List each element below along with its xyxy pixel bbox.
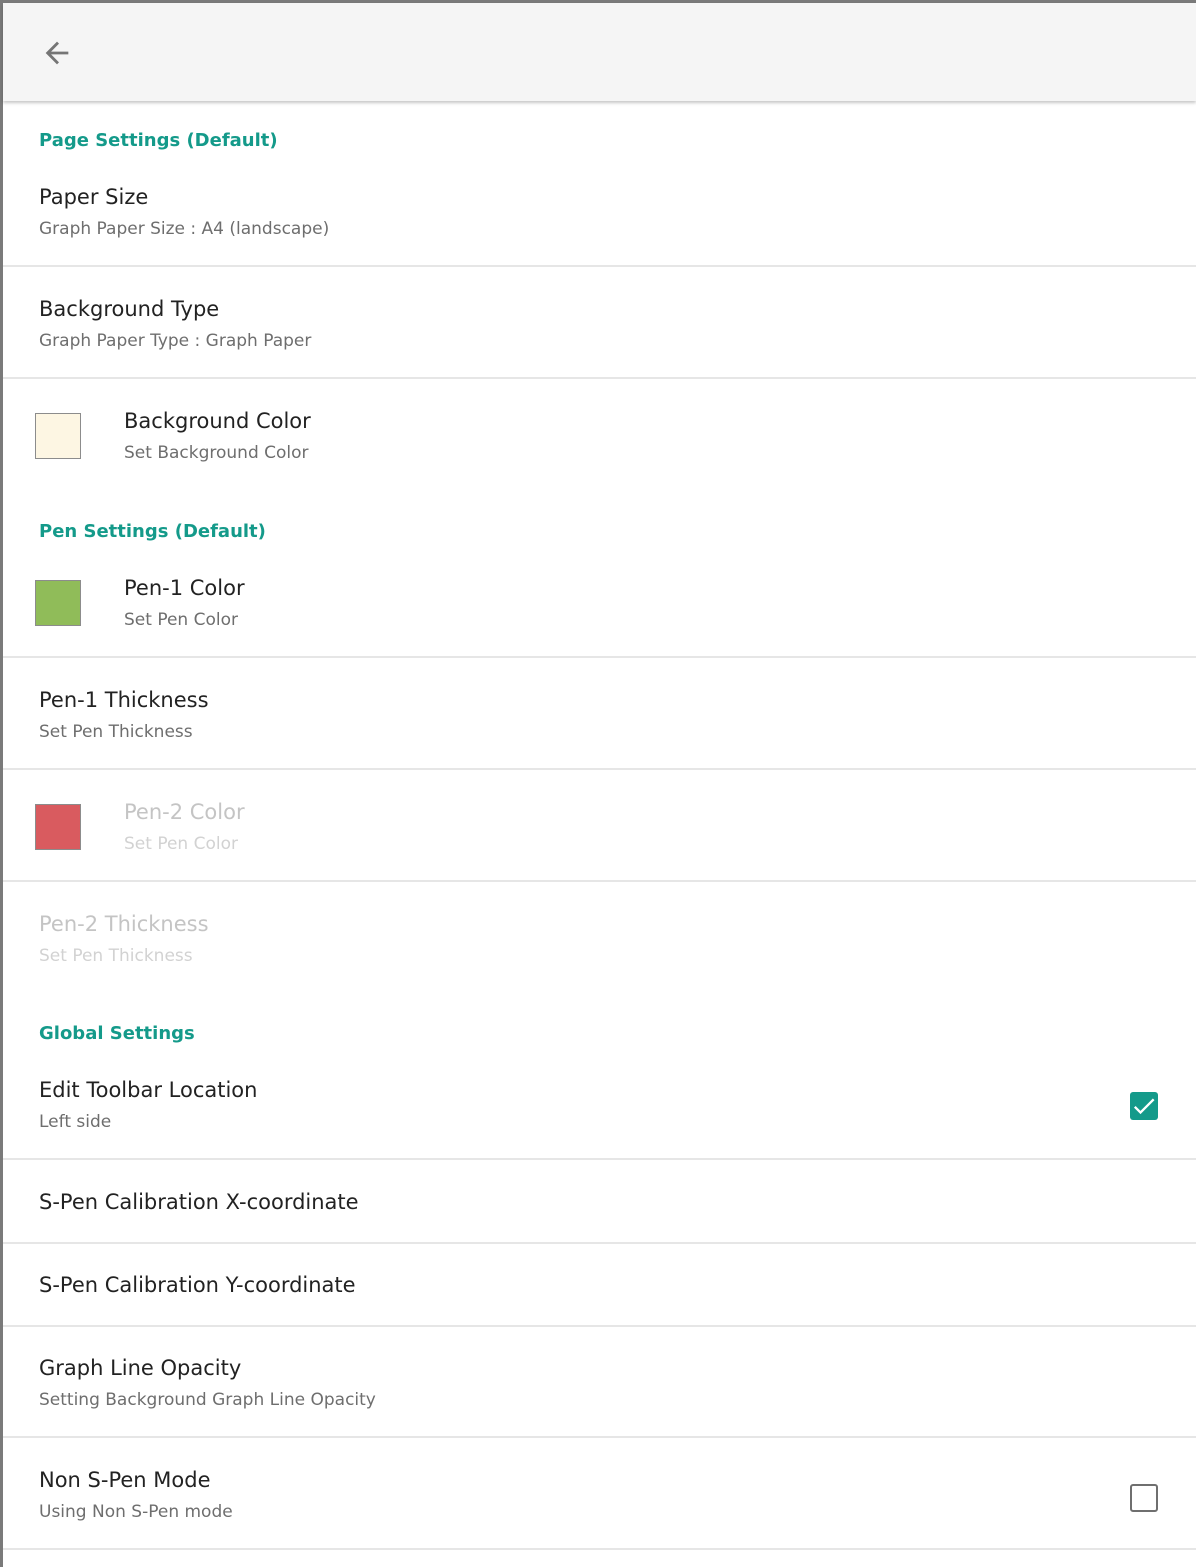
divider [3, 768, 1196, 770]
pref-summary: Setting Background Graph Line Opacity [39, 1390, 376, 1410]
settings-screen: Page Settings (Default) Paper Size Graph… [0, 0, 1196, 1567]
pref-summary: Set Background Color [124, 443, 309, 463]
divider [3, 656, 1196, 658]
pref-title: S-Pen Calibration Y-coordinate [39, 1273, 356, 1297]
pref-edit-toolbar-location[interactable]: Edit Toolbar Location Left side [3, 1066, 1196, 1158]
pref-spen-calibration-y[interactable]: S-Pen Calibration Y-coordinate [3, 1261, 1196, 1325]
pref-title: Background Color [124, 409, 311, 433]
pref-non-spen-mode[interactable]: Non S-Pen Mode Using Non S-Pen mode [3, 1456, 1196, 1548]
back-button[interactable] [29, 25, 85, 81]
pref-title: Graph Line Opacity [39, 1356, 242, 1380]
app-bar [3, 3, 1196, 101]
pref-title: Non S-Pen Mode [39, 1468, 211, 1492]
pref-title: Pen-2 Thickness [39, 912, 209, 936]
section-header-pen-settings: Pen Settings (Default) [39, 521, 266, 542]
pref-background-color[interactable]: Background Color Set Background Color [3, 397, 1196, 489]
section-header-page-settings: Page Settings (Default) [39, 130, 278, 151]
divider [3, 1325, 1196, 1327]
pref-title: Pen-1 Color [124, 576, 245, 600]
pen1-color-swatch [35, 580, 81, 626]
pref-title: Background Type [39, 297, 220, 321]
pref-graph-line-opacity[interactable]: Graph Line Opacity Setting Background Gr… [3, 1344, 1196, 1436]
pref-paper-size[interactable]: Paper Size Graph Paper Size : A4 (landsc… [3, 173, 1196, 265]
pen2-color-swatch [35, 804, 81, 850]
pref-pen2-color: Pen-2 Color Set Pen Color [3, 788, 1196, 880]
pref-pen2-thickness: Pen-2 Thickness Set Pen Thickness [3, 900, 1196, 992]
pref-title: Paper Size [39, 185, 149, 209]
pref-summary: Graph Paper Type : Graph Paper [39, 331, 312, 351]
edit-toolbar-location-checkbox[interactable] [1130, 1092, 1158, 1120]
pref-background-type[interactable]: Background Type Graph Paper Type : Graph… [3, 285, 1196, 377]
pref-summary: Graph Paper Size : A4 (landscape) [39, 219, 330, 239]
pref-pen1-thickness[interactable]: Pen-1 Thickness Set Pen Thickness [3, 676, 1196, 768]
divider [3, 880, 1196, 882]
divider [3, 1548, 1196, 1550]
pref-summary: Using Non S-Pen mode [39, 1502, 233, 1522]
check-icon [1133, 1098, 1155, 1115]
divider [3, 1436, 1196, 1438]
pref-spen-calibration-x[interactable]: S-Pen Calibration X-coordinate [3, 1178, 1196, 1242]
divider [3, 1158, 1196, 1160]
pref-summary: Set Pen Thickness [39, 946, 193, 966]
pref-summary: Set Pen Color [124, 834, 238, 854]
divider [3, 377, 1196, 379]
arrow-back-icon [45, 41, 69, 65]
pref-summary: Left side [39, 1112, 112, 1132]
pref-pen1-color[interactable]: Pen-1 Color Set Pen Color [3, 564, 1196, 656]
pref-summary: Set Pen Color [124, 610, 238, 630]
pref-summary: Set Pen Thickness [39, 722, 193, 742]
non-spen-mode-checkbox[interactable] [1130, 1484, 1158, 1512]
divider [3, 1242, 1196, 1244]
pref-title: Pen-2 Color [124, 800, 245, 824]
divider [3, 265, 1196, 267]
pref-title: S-Pen Calibration X-coordinate [39, 1190, 359, 1214]
section-header-global-settings: Global Settings [39, 1023, 195, 1044]
pref-title: Pen-1 Thickness [39, 688, 209, 712]
background-color-swatch [35, 413, 81, 459]
pref-title: Edit Toolbar Location [39, 1078, 258, 1102]
